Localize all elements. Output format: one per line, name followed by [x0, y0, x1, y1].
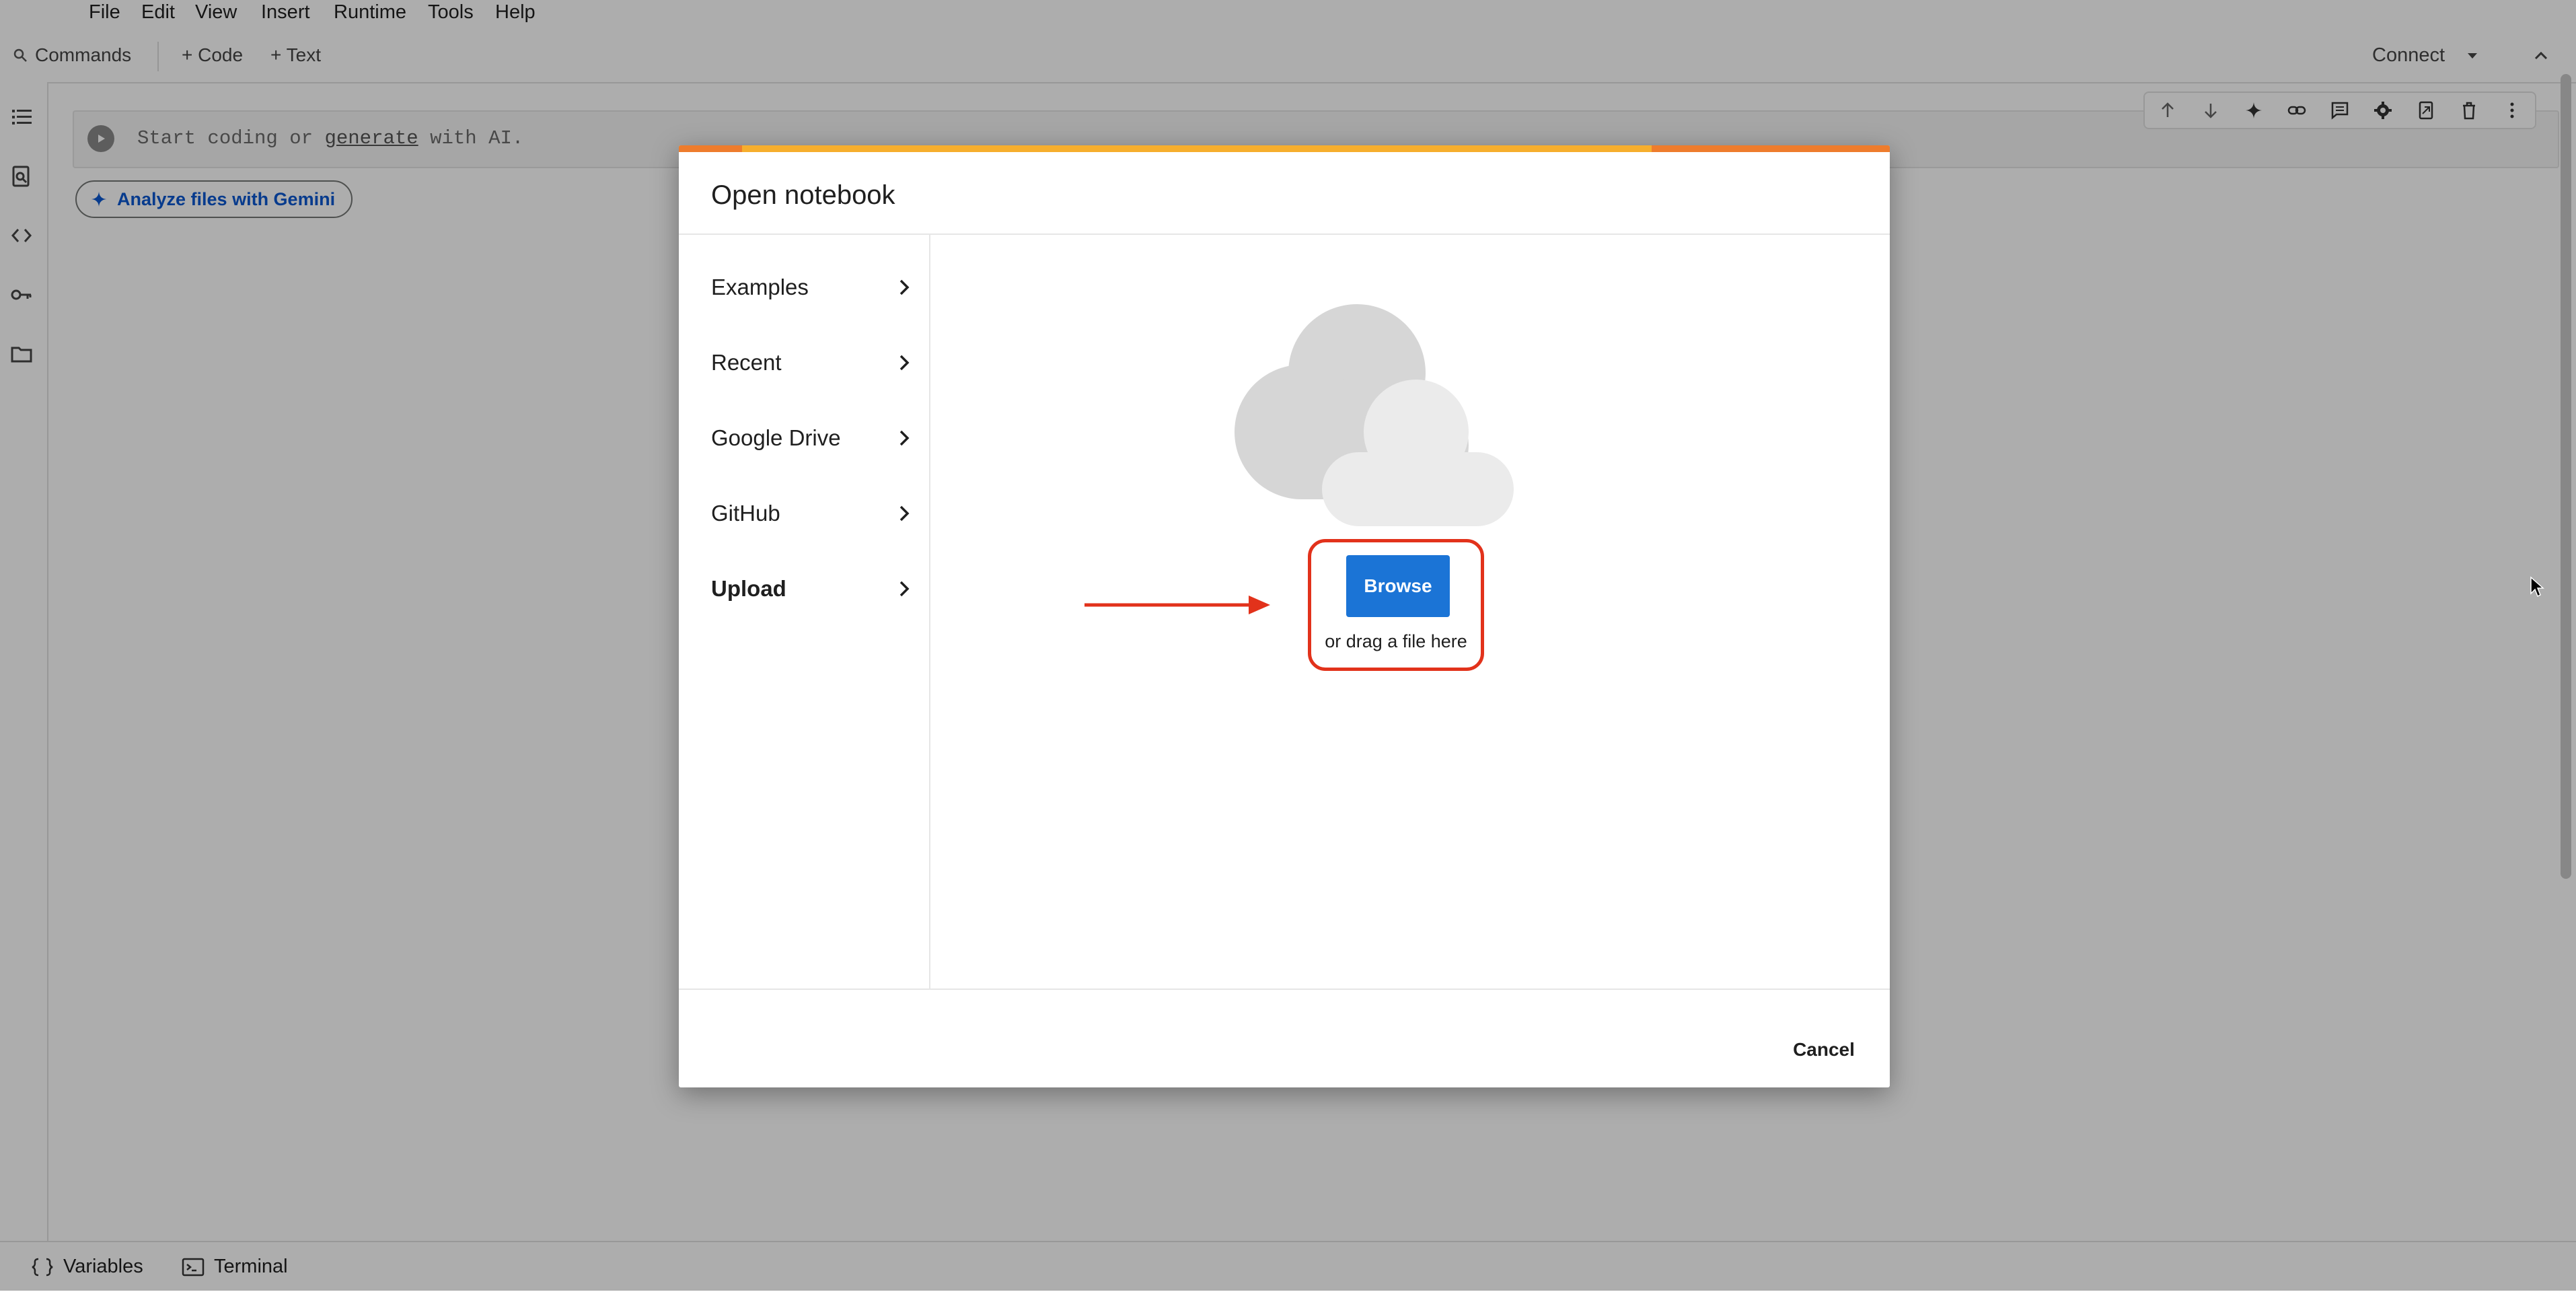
browse-button[interactable]: Browse: [1346, 555, 1450, 617]
chevron-right-icon: [899, 279, 910, 295]
sidebar-item-recent[interactable]: Recent: [711, 343, 913, 383]
cancel-button[interactable]: Cancel: [1777, 1027, 1871, 1073]
dialog-accent-bar: [679, 145, 1890, 152]
chevron-right-icon: [899, 581, 910, 597]
sidebar-item-label: Google Drive: [711, 425, 841, 450]
sidebar-item-google-drive[interactable]: Google Drive: [711, 418, 913, 458]
sidebar-item-github[interactable]: GitHub: [711, 493, 913, 534]
sidebar-item-label: GitHub: [711, 501, 780, 526]
dialog-sidebar: Examples Recent Google Drive GitHub Uplo…: [679, 235, 930, 990]
chevron-right-icon: [899, 505, 910, 522]
drag-file-hint: or drag a file here: [1325, 631, 1467, 651]
open-notebook-dialog: Open notebook Examples Recent Google Dri…: [679, 145, 1890, 1087]
sidebar-item-label: Examples: [711, 275, 809, 299]
sidebar-item-label: Upload: [711, 576, 786, 601]
chevron-right-icon: [899, 355, 910, 371]
dialog-title: Open notebook: [711, 180, 895, 210]
sidebar-item-upload[interactable]: Upload: [711, 569, 913, 609]
sidebar-item-examples[interactable]: Examples: [711, 267, 913, 308]
annotation-red-arrow: [1084, 596, 1270, 614]
chevron-right-icon: [899, 430, 910, 446]
mouse-cursor-icon: [2530, 576, 2544, 598]
cloud-upload-illustration-icon: [1235, 304, 1514, 526]
sidebar-item-label: Recent: [711, 350, 782, 375]
dialog-footer-divider: [679, 989, 1890, 990]
